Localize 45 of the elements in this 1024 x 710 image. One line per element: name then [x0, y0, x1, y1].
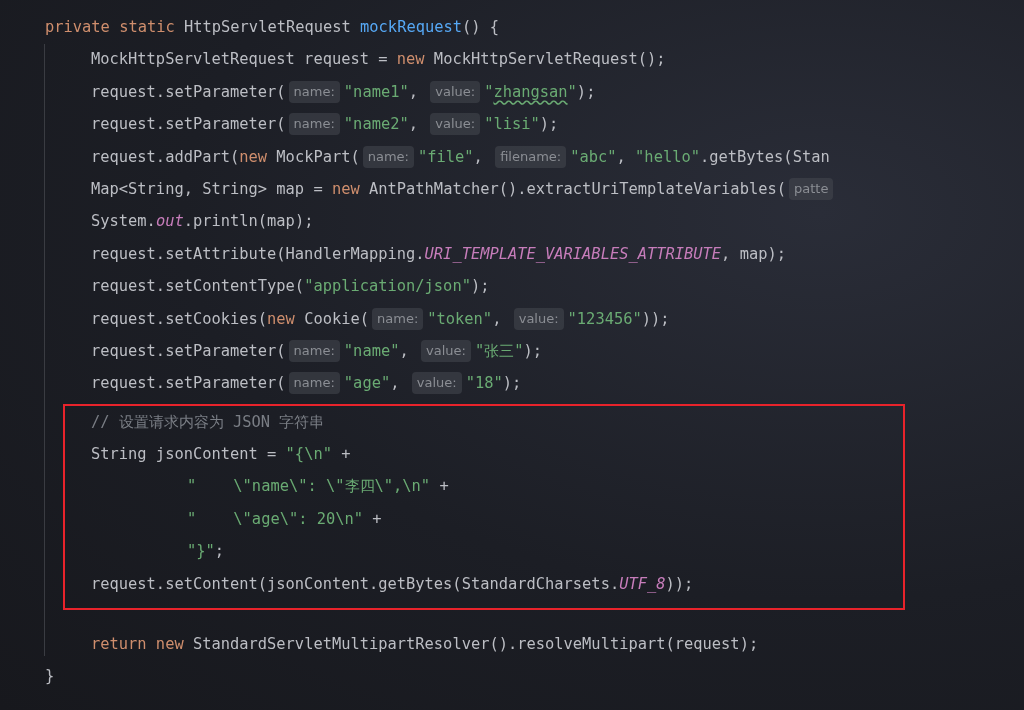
- parameter-hint: name:: [362, 145, 414, 168]
- parameter-hint: value:: [513, 307, 564, 330]
- code-text: "zhangsan");: [484, 81, 596, 103]
- code-text: }: [45, 666, 55, 688]
- parameter-hint: name:: [288, 372, 340, 395]
- code-text: request.setContentType("application/json");: [91, 276, 490, 298]
- code-text: "file",: [418, 146, 484, 168]
- code-text: "lisi");: [484, 114, 559, 136]
- code-text: request.setParameter(: [91, 114, 286, 136]
- parameter-hint: value:: [411, 372, 462, 395]
- code-text: System.out.println(map);: [91, 211, 314, 233]
- code-text: MockHttpServletRequest request = new MockHttpServletRequest();: [91, 49, 666, 71]
- parameter-hint: value:: [421, 340, 471, 363]
- code-text: request.setParameter(: [91, 340, 286, 362]
- parameter-hint: patte: [788, 178, 834, 201]
- code-text: Map<String, String> map = new AntPathMatcher().extractUriTemplateVariables(: [91, 178, 786, 200]
- code-text: " \"name\": \"李四\",\n" +: [187, 476, 449, 498]
- code-text: "abc", "hello".getBytes(Stan: [570, 146, 830, 168]
- code-text: String jsonContent = "{\n" +: [91, 444, 351, 466]
- code-text: "age",: [343, 373, 401, 395]
- code-text: "name",: [343, 340, 410, 362]
- code-text: return new StandardServletMultipartResolver().resolveMultipart(request);: [91, 634, 759, 656]
- parameter-hint: name:: [288, 340, 340, 363]
- code-text: "}";: [187, 541, 225, 563]
- code-text: // 设置请求内容为 JSON 字符串: [91, 411, 325, 433]
- code-text: " \"age\": 20\n" +: [187, 508, 382, 530]
- code-text: request.setCookies(new Cookie(: [91, 308, 369, 330]
- code-text: request.setContent(jsonContent.getBytes(StandardCharsets.UTF_8));: [91, 573, 694, 595]
- code-text: "18");: [465, 373, 522, 395]
- parameter-hint: name:: [288, 113, 340, 136]
- code-text: request.setParameter(: [91, 81, 286, 103]
- parameter-hint: value:: [430, 113, 481, 136]
- code-text: "张三");: [474, 340, 542, 362]
- parameter-hint: name:: [288, 80, 340, 103]
- code-text: "token",: [427, 308, 503, 330]
- code-text: "name1",: [343, 81, 419, 103]
- code-text: request.setParameter(: [91, 373, 286, 395]
- code-text: "name2",: [343, 114, 419, 136]
- parameter-hint: value:: [430, 80, 481, 103]
- code-text: private static HttpServletRequest mockRequest() {: [45, 17, 500, 38]
- code-text: request.addPart(new MockPart(: [91, 146, 360, 168]
- code-text: request.setAttribute(HandlerMapping.URI_TEMPLATE_VARIABLES_ATTRIBUTE, map);: [91, 243, 786, 265]
- parameter-hint: filename:: [495, 145, 567, 168]
- code-text: "123456"));: [567, 308, 670, 330]
- parameter-hint: name:: [372, 307, 424, 330]
